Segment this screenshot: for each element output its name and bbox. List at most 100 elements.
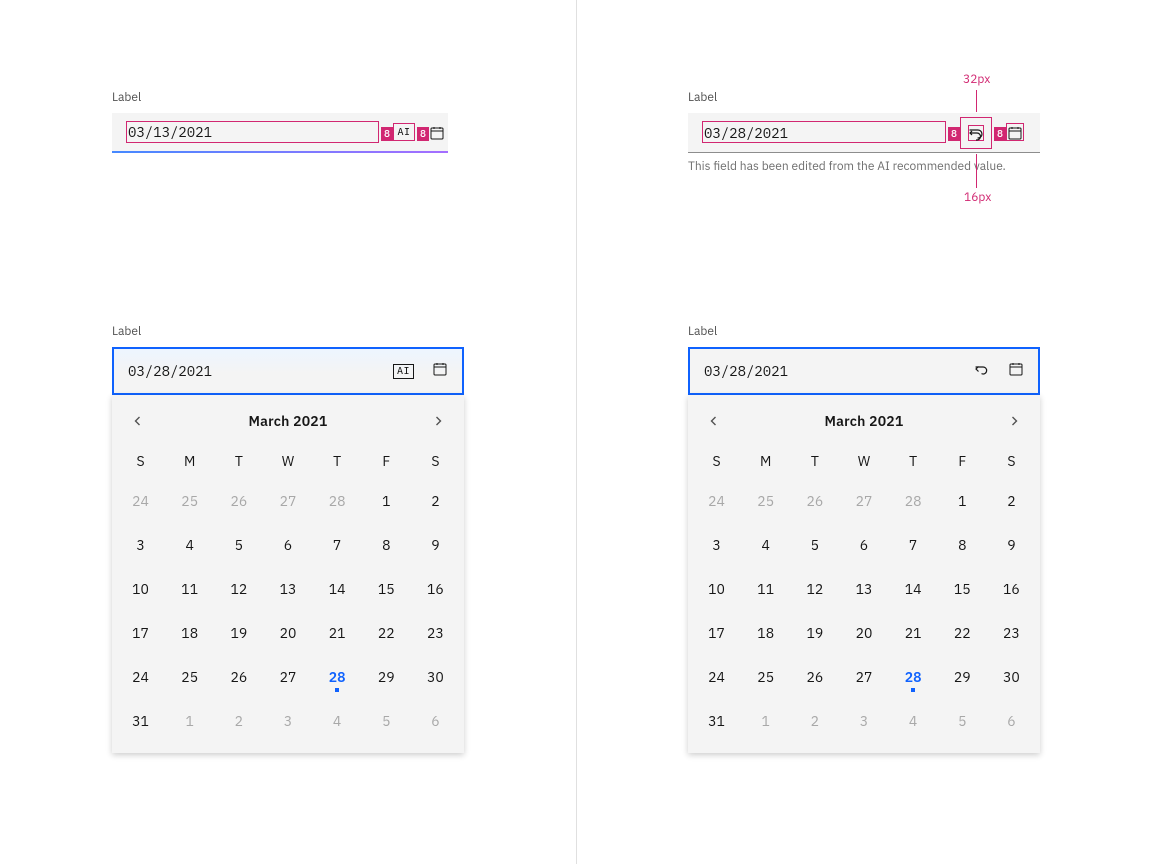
calendar-day[interactable]: 25 [165, 655, 214, 699]
calendar-day-out[interactable]: 25 [741, 479, 790, 523]
calendar-day[interactable]: 2 [411, 479, 460, 523]
calendar-day[interactable]: 4 [741, 523, 790, 567]
calendar-day[interactable]: 12 [214, 567, 263, 611]
calendar-day-out[interactable]: 4 [313, 699, 362, 743]
next-month-button[interactable] [998, 405, 1030, 437]
calendar-day[interactable]: 18 [165, 611, 214, 655]
calendar-day[interactable]: 9 [411, 523, 460, 567]
calendar-day[interactable]: 19 [214, 611, 263, 655]
calendar-day-out[interactable]: 1 [165, 699, 214, 743]
calendar-day[interactable]: 30 [411, 655, 460, 699]
calendar-day[interactable]: 6 [263, 523, 312, 567]
date-input-wrapper[interactable]: 03/13/2021 8 AI 8 [112, 113, 448, 153]
calendar-icon[interactable] [429, 125, 445, 145]
calendar-day[interactable]: 12 [790, 567, 839, 611]
calendar-day-out[interactable]: 27 [263, 479, 312, 523]
calendar-day[interactable]: 1 [938, 479, 987, 523]
calendar-day[interactable]: 5 [214, 523, 263, 567]
calendar-icon[interactable] [432, 361, 448, 381]
calendar-icon[interactable] [1008, 361, 1024, 381]
calendar-day-out[interactable]: 2 [214, 699, 263, 743]
calendar-day-out[interactable]: 2 [790, 699, 839, 743]
date-input-open[interactable]: 03/28/2021 AI [112, 347, 464, 395]
calendar-day[interactable]: 15 [362, 567, 411, 611]
calendar-day[interactable]: 8 [362, 523, 411, 567]
calendar-day-out[interactable]: 28 [313, 479, 362, 523]
calendar-day[interactable]: 9 [987, 523, 1036, 567]
calendar-day-out[interactable]: 26 [214, 479, 263, 523]
calendar-day[interactable]: 7 [313, 523, 362, 567]
calendar-day[interactable]: 26 [790, 655, 839, 699]
calendar-day-selected[interactable]: 28 [889, 655, 938, 699]
calendar-day-out[interactable]: 3 [839, 699, 888, 743]
calendar-day[interactable]: 3 [116, 523, 165, 567]
calendar-day-out[interactable]: 27 [839, 479, 888, 523]
calendar-day[interactable]: 14 [313, 567, 362, 611]
calendar-day[interactable]: 20 [263, 611, 312, 655]
calendar-day[interactable]: 26 [214, 655, 263, 699]
calendar-day[interactable]: 6 [839, 523, 888, 567]
calendar-day[interactable]: 7 [889, 523, 938, 567]
calendar-day[interactable]: 4 [165, 523, 214, 567]
calendar-day-out[interactable]: 26 [790, 479, 839, 523]
calendar-day[interactable]: 30 [987, 655, 1036, 699]
calendar-day-out[interactable]: 6 [987, 699, 1036, 743]
calendar-day-out[interactable]: 24 [116, 479, 165, 523]
calendar-day[interactable]: 16 [411, 567, 460, 611]
calendar-day[interactable]: 23 [411, 611, 460, 655]
calendar-day-out[interactable]: 28 [889, 479, 938, 523]
undo-icon[interactable] [968, 125, 984, 145]
calendar-day[interactable]: 1 [362, 479, 411, 523]
calendar-day[interactable]: 3 [692, 523, 741, 567]
calendar-day-out[interactable]: 5 [938, 699, 987, 743]
calendar-day[interactable]: 29 [938, 655, 987, 699]
calendar-day[interactable]: 21 [313, 611, 362, 655]
calendar-day[interactable]: 14 [889, 567, 938, 611]
calendar-day[interactable]: 13 [263, 567, 312, 611]
date-input-wrapper[interactable]: 03/28/2021 8 8 [688, 113, 1040, 153]
calendar-day[interactable]: 11 [741, 567, 790, 611]
calendar-day-out[interactable]: 5 [362, 699, 411, 743]
calendar-day[interactable]: 31 [116, 699, 165, 743]
calendar-day-selected[interactable]: 28 [313, 655, 362, 699]
calendar-day[interactable]: 18 [741, 611, 790, 655]
calendar-icon[interactable] [1007, 125, 1023, 145]
calendar-day-out[interactable]: 6 [411, 699, 460, 743]
date-input-open[interactable]: 03/28/2021 [688, 347, 1040, 395]
calendar-day[interactable]: 22 [362, 611, 411, 655]
calendar-day[interactable]: 17 [692, 611, 741, 655]
calendar-day[interactable]: 10 [692, 567, 741, 611]
calendar-day[interactable]: 31 [692, 699, 741, 743]
calendar-day[interactable]: 27 [263, 655, 312, 699]
calendar-day-out[interactable]: 4 [889, 699, 938, 743]
calendar-day[interactable]: 11 [165, 567, 214, 611]
calendar-day[interactable]: 21 [889, 611, 938, 655]
calendar-day[interactable]: 5 [790, 523, 839, 567]
calendar-day[interactable]: 29 [362, 655, 411, 699]
calendar-day-out[interactable]: 25 [165, 479, 214, 523]
calendar-day-out[interactable]: 24 [692, 479, 741, 523]
calendar-day-out[interactable]: 3 [263, 699, 312, 743]
calendar-day[interactable]: 20 [839, 611, 888, 655]
calendar-day[interactable]: 2 [987, 479, 1036, 523]
calendar-day[interactable]: 24 [116, 655, 165, 699]
ai-tag-icon[interactable]: AI [393, 364, 414, 379]
calendar-day[interactable]: 8 [938, 523, 987, 567]
calendar-day[interactable]: 23 [987, 611, 1036, 655]
calendar-day[interactable]: 16 [987, 567, 1036, 611]
field-label: Label [112, 90, 448, 105]
calendar-day[interactable]: 19 [790, 611, 839, 655]
calendar-day[interactable]: 13 [839, 567, 888, 611]
next-month-button[interactable] [422, 405, 454, 437]
calendar-day[interactable]: 24 [692, 655, 741, 699]
calendar-day-out[interactable]: 1 [741, 699, 790, 743]
calendar-day[interactable]: 15 [938, 567, 987, 611]
calendar-day[interactable]: 25 [741, 655, 790, 699]
prev-month-button[interactable] [122, 405, 154, 437]
calendar-day[interactable]: 27 [839, 655, 888, 699]
calendar-day[interactable]: 10 [116, 567, 165, 611]
undo-icon[interactable] [974, 361, 990, 381]
calendar-day[interactable]: 17 [116, 611, 165, 655]
calendar-day[interactable]: 22 [938, 611, 987, 655]
prev-month-button[interactable] [698, 405, 730, 437]
